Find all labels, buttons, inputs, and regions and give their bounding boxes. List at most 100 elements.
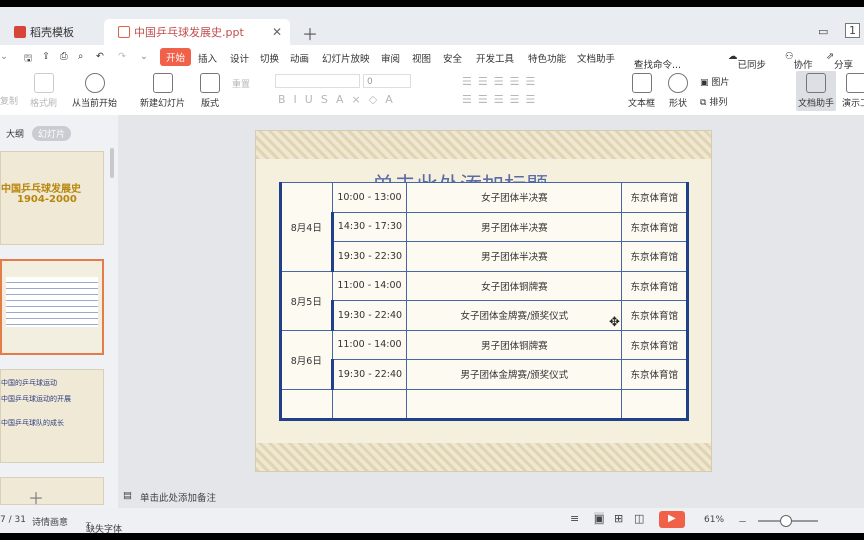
date-cell[interactable]: 8月6日 [279,329,333,390]
time-cell[interactable]: 11:00 - 14:00 [331,270,408,301]
redo-icon[interactable]: ↷ [118,51,126,62]
thumbnail-scrollbar[interactable] [110,148,114,178]
reset-button[interactable]: 重置 [232,74,250,90]
time-cell[interactable]: 14:30 - 17:30 [330,211,408,242]
venue-cell[interactable]: 东京体育馆 [621,182,689,213]
date-cell[interactable]: 8月5日 [279,270,333,331]
time-cell[interactable]: 11:00 - 14:00 [331,329,408,360]
picture-button[interactable]: ▣ 图片 [700,75,729,88]
new-slide-button[interactable]: 新建幻灯片 [140,73,185,109]
new-tab-button[interactable]: ＋ [302,21,318,45]
venue-cell[interactable]: 东京体育馆 [621,329,689,360]
undo-icon[interactable]: ↶ [96,51,104,62]
format-painter-button[interactable]: 格式刷 [30,73,57,109]
format-painter-label: 格式刷 [30,99,58,109]
paragraph-align-icons[interactable]: ☰☰☰☰☰ [462,93,541,106]
reading-view-icon[interactable]: ◫ [634,512,644,525]
slide-top-border [256,131,711,159]
tab-presentation-file[interactable]: 中国乒乓球发展史.ppt ✕ [104,19,290,46]
copy-button[interactable]: 复制 [0,91,18,107]
venue-cell[interactable]: 东京体育馆 [621,241,689,272]
schedule-table[interactable]: 8月4日 10:00 - 13:00 女子团体半决赛 东京体育馆 14:30 - 17:… [279,182,689,421]
time-cell[interactable]: 19:30 - 22:40 [330,300,408,331]
menu-arrow-icon[interactable]: ⌄ [0,51,8,62]
textbox-button[interactable]: 文本框 [628,73,655,109]
time-cell[interactable]: 19:30 - 22:40 [330,359,408,390]
event-cell[interactable]: 男子团体金牌赛/颁奖仪式 [406,359,623,390]
time-cell[interactable]: 10:00 - 13:00 [331,182,408,213]
venue-cell[interactable]: 东京体育馆 [621,300,689,331]
tab-outline[interactable]: 大纲 [0,126,30,141]
event-cell[interactable]: 男子团体半决赛 [406,211,623,242]
event-cell[interactable]: 男子团体铜牌赛 [406,329,623,360]
collab-button[interactable]: ⚇ 协作 [785,51,813,71]
table-row: 8月4日 10:00 - 13:00 女子团体半决赛 东京体育馆 [279,182,689,272]
event-cell[interactable]: 女子团体铜牌赛 [406,270,623,301]
empty-cell[interactable] [406,388,623,421]
quick-access-menu-icon[interactable]: ⌄ [140,51,148,62]
normal-view-icon[interactable]: ▣ [594,512,605,525]
doc-assistant-label: 文档助手 [798,99,835,109]
date-cell[interactable]: 8月4日 [279,182,333,272]
minimize-icon[interactable]: ▭ [818,25,828,38]
menu-security[interactable]: 安全 [443,51,462,65]
menu-design[interactable]: 设计 [230,51,249,65]
layout-label: 版式 [200,99,219,109]
time-cell[interactable]: 19:30 - 22:30 [330,241,408,272]
menu-slideshow[interactable]: 幻灯片放映 [322,51,370,65]
empty-cell[interactable] [331,388,408,421]
theme-name[interactable]: 诗情画意 [32,515,68,528]
tab-docer-templates[interactable]: 稻壳模板 [0,19,100,46]
page-badge[interactable]: 1 [845,23,860,38]
font-format-icons[interactable]: BIUSA×◇A [278,93,401,106]
menu-insert[interactable]: 插入 [198,51,217,65]
menu-transition[interactable]: 切换 [260,51,279,65]
presenter-tools-button[interactable]: 演示工 [842,73,864,109]
add-slide-button[interactable]: ＋ [28,485,44,509]
venue-cell[interactable]: 东京体育馆 [621,359,689,390]
zoom-slider-handle[interactable] [780,515,792,527]
venue-cell[interactable]: 东京体育馆 [621,211,689,242]
font-size-select[interactable]: 0 [363,74,411,88]
slide-thumbnail-3[interactable]: 中国的乒乓球运动 中国乒乓球运动的开展 中国乒乓球队的成长 [0,369,104,463]
venue-cell[interactable]: 东京体育馆 [621,270,689,301]
menu-developer[interactable]: 开发工具 [476,51,514,65]
zoom-level[interactable]: 61% [704,515,724,525]
play-from-current-button[interactable]: 从当前开始 [72,73,117,109]
layout-button[interactable]: 版式 [200,73,220,109]
save-icon[interactable]: 🖫 [24,51,32,67]
menu-home[interactable]: 开始 [160,48,192,66]
event-cell[interactable]: 女子团体半决赛 [406,182,623,213]
slide-thumbnail-4[interactable] [0,477,104,505]
export-icon[interactable]: ⇪ [42,51,50,62]
tab-slides[interactable]: 幻灯片 [32,126,72,141]
sorter-view-icon[interactable]: ⊞ [614,512,623,525]
font-name-select[interactable] [275,74,360,88]
event-cell[interactable]: 女子团体金牌赛/颁奖仪式 [406,300,623,331]
shape-button[interactable]: 形状 [668,73,688,109]
slide-thumbnail-1[interactable]: 中国乒乓球发展史 1904-2000 [0,151,104,245]
preview-icon[interactable]: ⌕ [78,51,83,62]
empty-cell[interactable] [621,388,689,421]
event-cell[interactable]: 男子团体半决赛 [406,241,623,272]
empty-cell[interactable] [279,388,333,421]
slideshow-play-button[interactable]: ▶ [659,511,685,528]
paragraph-list-icons[interactable]: ☰☰☰☰☰ [462,75,541,88]
menu-doc-assistant[interactable]: 文档助手 [577,51,615,65]
slide-thumbnail-current[interactable] [0,259,104,355]
doc-assistant-icon [806,73,826,93]
shape-label: 形状 [668,99,687,109]
zoom-out-icon[interactable]: － [738,515,747,528]
menu-view[interactable]: 视图 [412,51,431,65]
notes-area[interactable]: ▤ 单击此处添加备注 [118,488,864,508]
notes-toggle-icon[interactable]: ≡ [570,512,579,525]
menu-animation[interactable]: 动画 [290,51,309,65]
arrange-button[interactable]: ⧉ 排列 [700,95,727,108]
doc-assistant-button[interactable]: 文档助手 [796,71,837,111]
menu-review[interactable]: 审阅 [381,51,400,65]
sync-status[interactable]: ☁ 已同步 [728,51,766,71]
share-button[interactable]: ⇗ 分享 [826,51,853,71]
menu-features[interactable]: 特色功能 [528,51,566,65]
close-tab-icon[interactable]: ✕ [272,19,282,46]
print-icon[interactable]: ⎙ [60,51,68,62]
